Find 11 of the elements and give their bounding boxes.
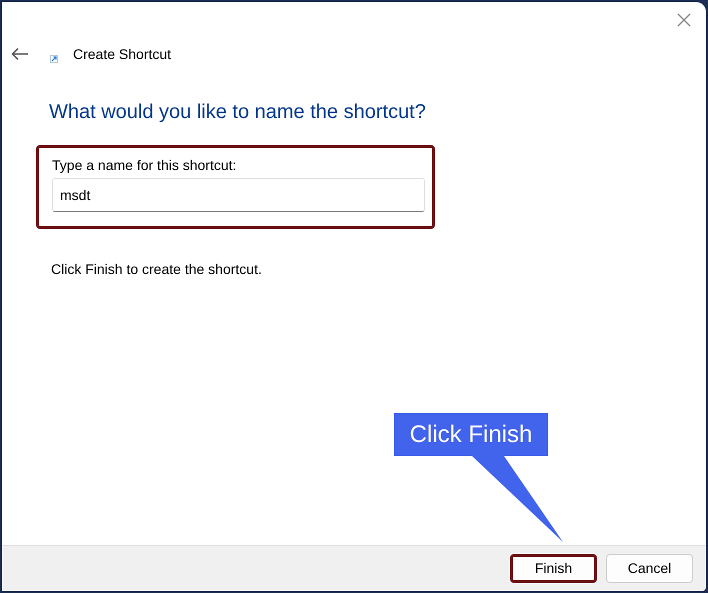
instruction-text: Click Finish to create the shortcut. [51, 260, 263, 279]
close-button[interactable] [676, 12, 692, 28]
name-input-field[interactable]: msdt [52, 178, 425, 212]
back-button[interactable] [11, 45, 29, 63]
cancel-button[interactable]: Cancel [606, 554, 693, 583]
callout-box: Click Finish [394, 413, 548, 456]
finish-button[interactable]: Finish [510, 554, 597, 583]
window-title: Create Shortcut [73, 44, 172, 64]
page-heading: What would you like to name the shortcut? [49, 100, 427, 125]
shortcut-icon [50, 55, 58, 63]
field-label: Type a name for this shortcut: [52, 156, 238, 174]
